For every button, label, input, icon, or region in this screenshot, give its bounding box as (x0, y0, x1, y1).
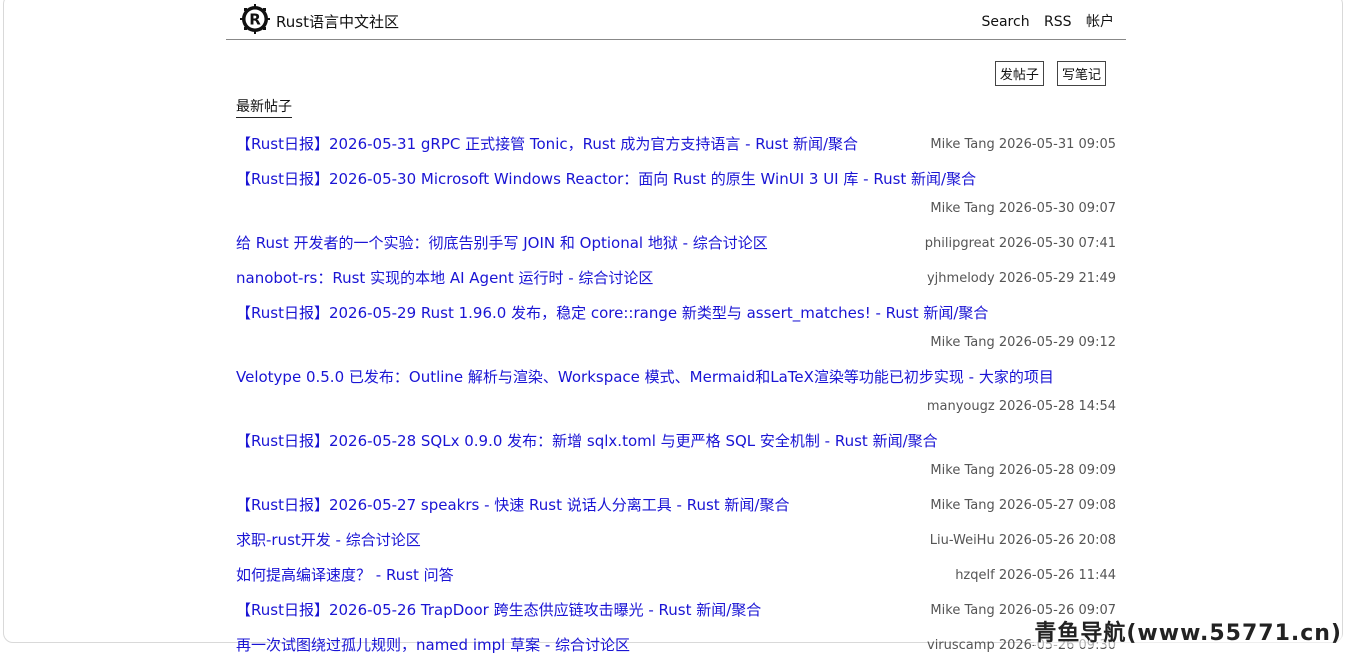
post-actions: 发帖子 写笔记 (987, 61, 1106, 86)
post-author[interactable]: Liu-WeiHu (930, 533, 995, 548)
post-time: 2026-05-29 21:49 (999, 271, 1116, 286)
post-time: 2026-05-31 09:05 (999, 137, 1116, 152)
list-item: 再一次试图绕过孤儿规则，named impl 草案 - 综合讨论区 virusc… (236, 634, 1116, 657)
page-container: R Rust语言中文社区 Search RSS 帐户 发帖子 写笔记 最新帖子 … (226, 0, 1126, 40)
post-meta: philipgreat 2026-05-30 07:41 (925, 232, 1116, 255)
site-header: R Rust语言中文社区 Search RSS 帐户 (226, 0, 1126, 40)
nav-search[interactable]: Search (981, 14, 1029, 30)
post-list: 【Rust日报】2026-05-31 gRPC 正式接管 Tonic，Rust … (236, 133, 1116, 669)
post-time: 2026-05-27 09:08 (999, 498, 1116, 513)
nav-account[interactable]: 帐户 (1086, 14, 1114, 30)
section-title: 最新帖子 (236, 96, 292, 118)
list-item: 如何提高编译速度？ - Rust 问答 hzqelf 2026-05-26 11… (236, 564, 1116, 587)
list-item: 给 Rust 开发者的一个实验：彻底告别手写 JOIN 和 Optional 地… (236, 232, 1116, 255)
post-meta: manyougz 2026-05-28 14:54 (236, 395, 1116, 418)
svg-text:R: R (249, 11, 261, 29)
post-title-link[interactable]: 【Rust日报】2026-05-28 SQLx 0.9.0 发布：新增 sqlx… (236, 430, 938, 453)
post-title-link[interactable]: 【Rust日报】2026-05-26 TrapDoor 跨生态供应链攻击曝光 -… (236, 599, 761, 622)
post-title-link[interactable]: 【Rust日报】2026-05-31 gRPC 正式接管 Tonic，Rust … (236, 133, 858, 156)
post-title-link[interactable]: 给 Rust 开发者的一个实验：彻底告别手写 JOIN 和 Optional 地… (236, 232, 768, 255)
post-meta: hzqelf 2026-05-26 11:44 (955, 564, 1116, 587)
post-author[interactable]: Mike Tang (930, 137, 994, 152)
list-item: 求职-rust开发 - 综合讨论区 Liu-WeiHu 2026-05-26 2… (236, 529, 1116, 552)
post-meta: Mike Tang 2026-05-30 09:07 (236, 197, 1116, 220)
post-author[interactable]: hzqelf (955, 568, 995, 583)
post-time: 2026-05-26 11:44 (999, 568, 1116, 583)
post-title-link[interactable]: 【Rust日报】2026-05-29 Rust 1.96.0 发布，稳定 cor… (236, 302, 988, 325)
list-item: 【Rust日报】2026-05-31 gRPC 正式接管 Tonic，Rust … (236, 133, 1116, 156)
post-time: 2026-05-29 09:12 (999, 335, 1116, 350)
post-author[interactable]: Mike Tang (930, 335, 994, 350)
post-author[interactable]: Mike Tang (930, 498, 994, 513)
top-nav: Search RSS 帐户 (971, 11, 1114, 31)
post-time: 2026-05-30 09:07 (999, 201, 1116, 216)
list-item: 【Rust日报】2026-05-28 SQLx 0.9.0 发布：新增 sqlx… (236, 430, 1116, 482)
post-author[interactable]: manyougz (927, 399, 995, 414)
post-title-link[interactable]: 再一次试图绕过孤儿规则，named impl 草案 - 综合讨论区 (236, 634, 630, 657)
post-meta: Liu-WeiHu 2026-05-26 20:08 (930, 529, 1116, 552)
watermark: 青鱼导航(www.55771.cn) (1034, 615, 1342, 647)
post-title-link[interactable]: nanobot-rs：Rust 实现的本地 AI Agent 运行时 - 综合讨… (236, 267, 653, 290)
post-author[interactable]: philipgreat (925, 236, 995, 251)
post-title-link[interactable]: Velotype 0.5.0 已发布：Outline 解析与渲染、Workspa… (236, 366, 1054, 389)
post-meta: Mike Tang 2026-05-28 09:09 (236, 459, 1116, 482)
post-time: 2026-05-28 09:09 (999, 463, 1116, 478)
post-title-link[interactable]: 求职-rust开发 - 综合讨论区 (236, 529, 421, 552)
post-author[interactable]: viruscamp (927, 638, 995, 653)
post-author[interactable]: yjhmelody (927, 271, 995, 286)
post-meta: Mike Tang 2026-05-27 09:08 (930, 494, 1116, 517)
rust-logo-icon[interactable]: R (240, 4, 270, 34)
list-item: 【Rust日报】2026-05-27 speakrs - 快速 Rust 说话人… (236, 494, 1116, 517)
list-item: 【Rust日报】2026-05-26 TrapDoor 跨生态供应链攻击曝光 -… (236, 599, 1116, 622)
post-meta: Mike Tang 2026-05-31 09:05 (930, 133, 1116, 156)
list-item: Velotype 0.5.0 已发布：Outline 解析与渲染、Workspa… (236, 366, 1116, 418)
list-item: 【Rust日报】2026-05-30 Microsoft Windows Rea… (236, 168, 1116, 220)
post-time: 2026-05-26 20:08 (999, 533, 1116, 548)
post-meta: yjhmelody 2026-05-29 21:49 (927, 267, 1116, 290)
site-title[interactable]: Rust语言中文社区 (276, 11, 399, 32)
post-author[interactable]: Mike Tang (930, 603, 994, 618)
list-item: 【Rust日报】2026-05-29 Rust 1.96.0 发布，稳定 cor… (236, 302, 1116, 354)
post-title-link[interactable]: 【Rust日报】2026-05-27 speakrs - 快速 Rust 说话人… (236, 494, 789, 517)
new-note-button[interactable]: 写笔记 (1057, 61, 1106, 86)
post-time: 2026-05-30 07:41 (999, 236, 1116, 251)
post-time: 2026-05-28 14:54 (999, 399, 1116, 414)
new-post-button[interactable]: 发帖子 (995, 61, 1044, 86)
nav-rss[interactable]: RSS (1044, 14, 1072, 30)
list-item: nanobot-rs：Rust 实现的本地 AI Agent 运行时 - 综合讨… (236, 267, 1116, 290)
post-author[interactable]: Mike Tang (930, 201, 994, 216)
post-title-link[interactable]: 如何提高编译速度？ - Rust 问答 (236, 564, 454, 587)
post-author[interactable]: Mike Tang (930, 463, 994, 478)
post-title-link[interactable]: 【Rust日报】2026-05-30 Microsoft Windows Rea… (236, 168, 976, 191)
post-meta: Mike Tang 2026-05-29 09:12 (236, 331, 1116, 354)
